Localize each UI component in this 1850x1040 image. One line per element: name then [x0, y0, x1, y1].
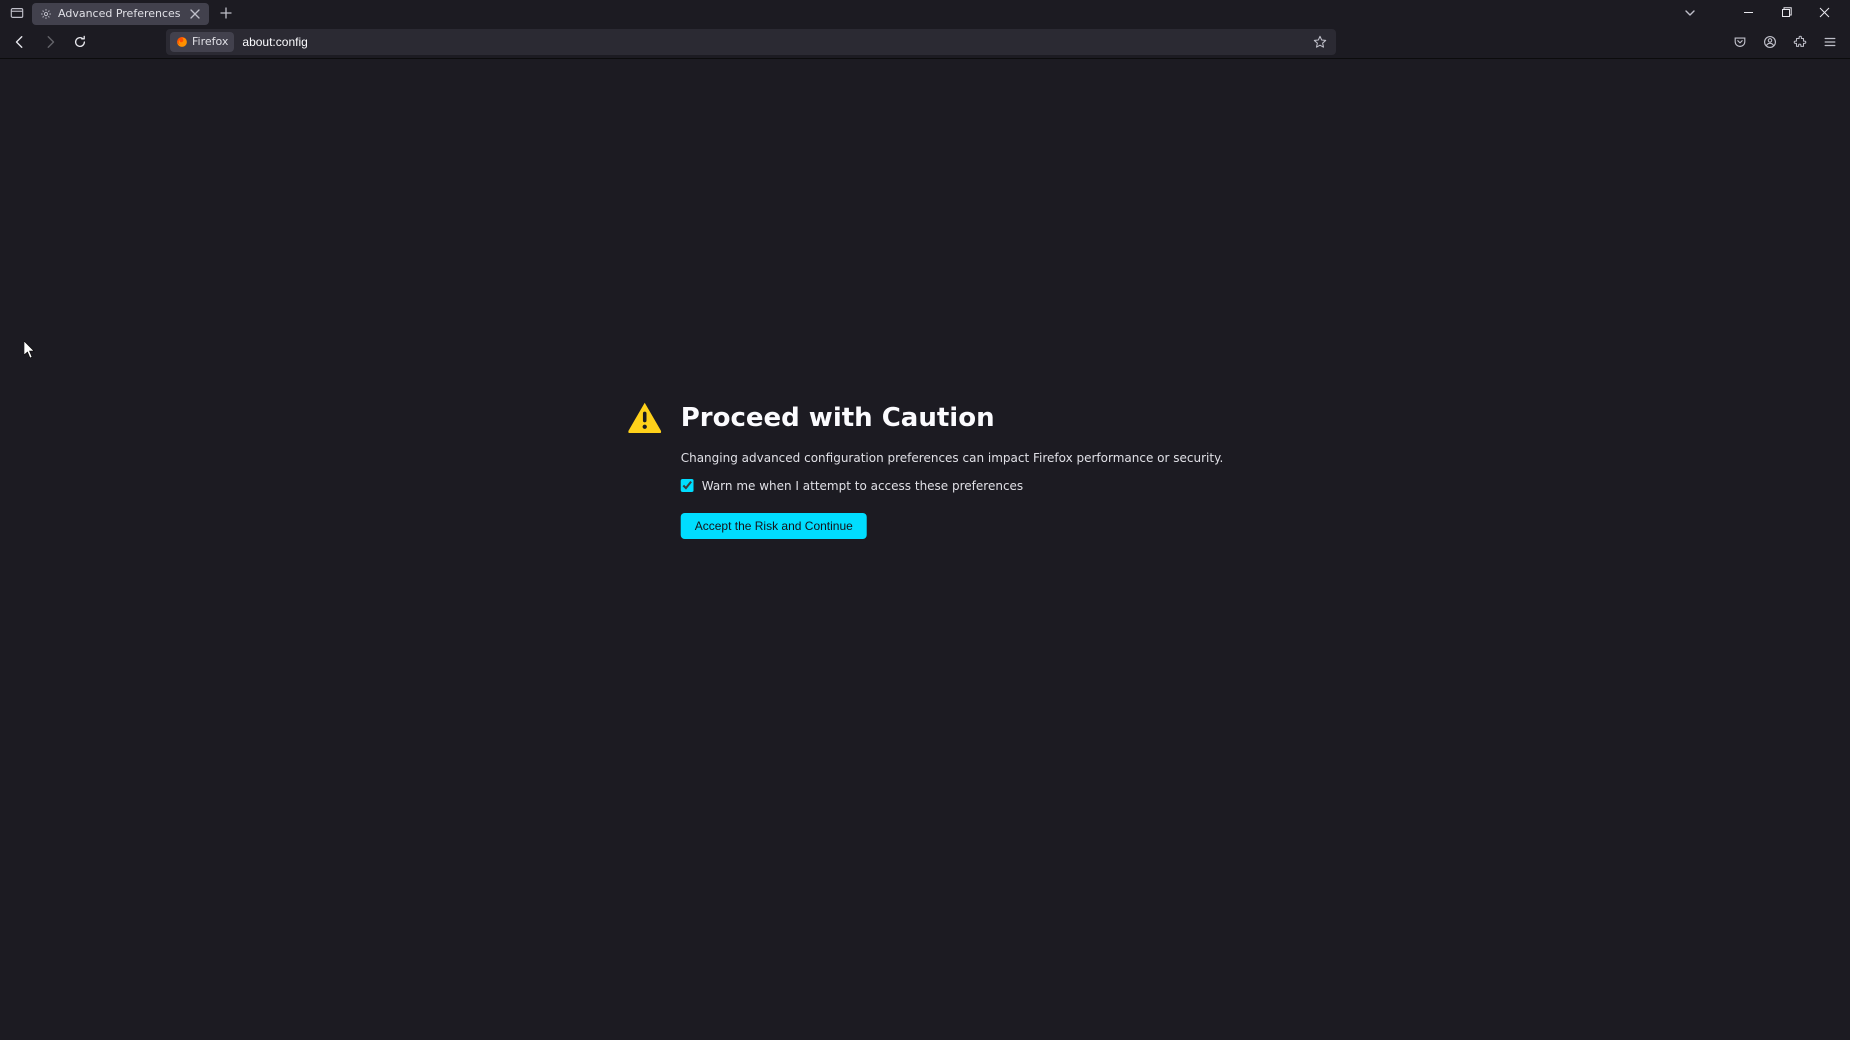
gear-icon [40, 8, 52, 20]
tab-title: Advanced Preferences [58, 7, 181, 20]
tab-advanced-preferences[interactable]: Advanced Preferences [32, 3, 209, 25]
identity-box[interactable]: Firefox [170, 32, 234, 52]
star-icon [1313, 35, 1327, 49]
warning-checkbox-row: Warn me when I attempt to access these p… [681, 479, 1224, 493]
reload-button[interactable] [66, 28, 94, 56]
window-close-button[interactable] [1810, 2, 1838, 24]
new-tab-button[interactable] [215, 2, 237, 24]
url-bar[interactable]: Firefox [166, 29, 1336, 55]
nav-toolbar: Firefox [0, 25, 1850, 59]
identity-label: Firefox [192, 35, 228, 48]
about-config-warning: Proceed with Caution Changing advanced c… [627, 401, 1224, 539]
url-input[interactable] [234, 35, 1308, 49]
warning-text-column: Proceed with Caution Changing advanced c… [681, 401, 1224, 539]
forward-button[interactable] [36, 28, 64, 56]
recent-browsing-icon [10, 6, 24, 20]
plus-icon [220, 7, 232, 19]
window-controls [1734, 2, 1838, 24]
arrow-left-icon [13, 35, 27, 49]
page-content: Proceed with Caution Changing advanced c… [0, 59, 1850, 1040]
titlebar: Advanced Preferences [0, 0, 1850, 25]
close-icon [1819, 7, 1830, 18]
bookmark-star-button[interactable] [1308, 30, 1332, 54]
back-button[interactable] [6, 28, 34, 56]
app-menu-button[interactable] [1816, 28, 1844, 56]
save-to-pocket-button[interactable] [1726, 28, 1754, 56]
maximize-icon [1781, 7, 1792, 18]
warning-title: Proceed with Caution [681, 403, 1224, 433]
pocket-icon [1733, 35, 1747, 49]
arrow-right-icon [43, 35, 57, 49]
extensions-button[interactable] [1786, 28, 1814, 56]
window-minimize-button[interactable] [1734, 2, 1762, 24]
warn-me-checkbox[interactable] [681, 479, 694, 492]
accept-risk-button[interactable]: Accept the Risk and Continue [681, 513, 867, 539]
firefox-icon [176, 36, 188, 48]
recent-browsing-button[interactable] [6, 2, 28, 24]
tab-close-button[interactable] [187, 6, 203, 22]
window-maximize-button[interactable] [1772, 2, 1800, 24]
account-icon [1763, 35, 1777, 49]
chevron-down-icon [1684, 7, 1696, 19]
hamburger-icon [1823, 35, 1837, 49]
warning-triangle-icon [627, 401, 663, 433]
extensions-icon [1793, 35, 1807, 49]
list-all-tabs-button[interactable] [1676, 2, 1704, 24]
toolbar-right [1726, 28, 1844, 56]
minimize-icon [1743, 7, 1754, 18]
reload-icon [73, 35, 87, 49]
account-button[interactable] [1756, 28, 1784, 56]
close-icon [190, 9, 200, 19]
warn-me-checkbox-label[interactable]: Warn me when I attempt to access these p… [702, 479, 1023, 493]
warning-description: Changing advanced configuration preferen… [681, 451, 1224, 465]
